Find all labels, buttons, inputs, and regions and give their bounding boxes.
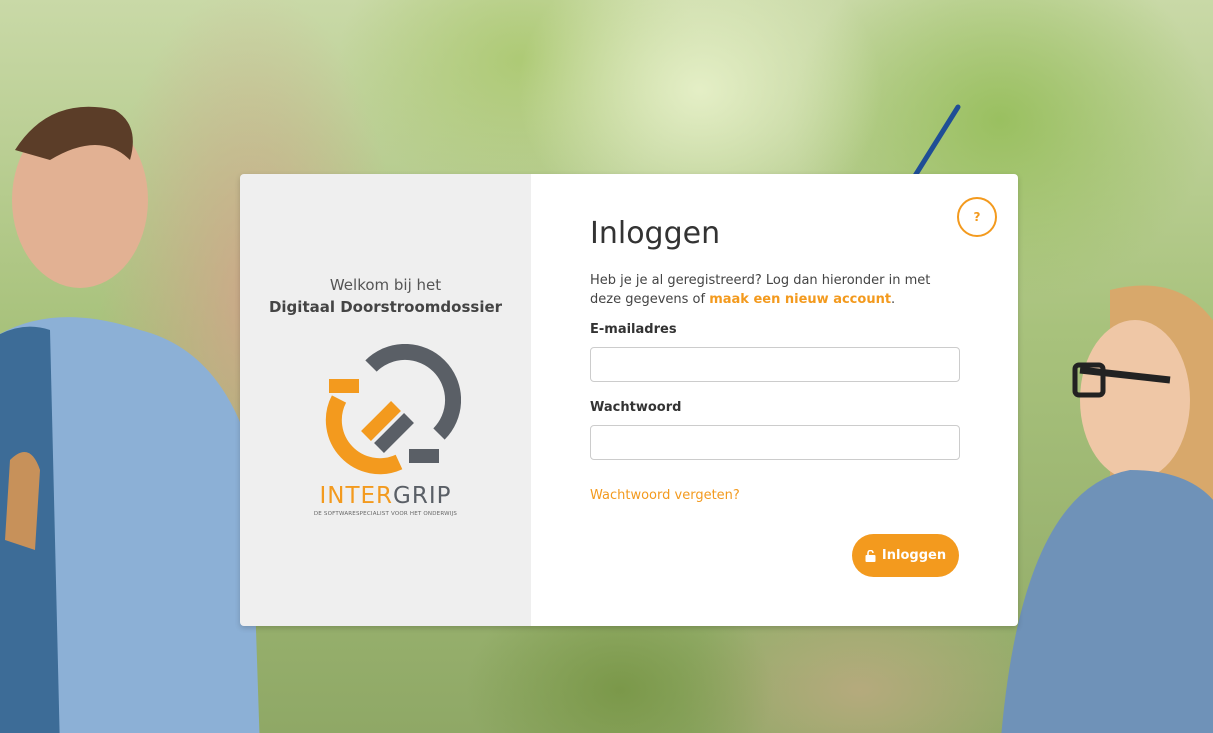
background-person-left	[0, 106, 260, 733]
email-label: E-mailadres	[590, 322, 677, 337]
logo-tagline: DE SOFTWARESPECIALIST VOOR HET ONDERWIJS	[313, 511, 458, 517]
login-button[interactable]: Inloggen	[852, 534, 959, 577]
login-panel: ? Inloggen Heb je je al geregistreerd? L…	[531, 174, 1018, 626]
help-button[interactable]: ?	[957, 197, 997, 237]
page-title: Inloggen	[590, 216, 721, 251]
intro-text: Heb je je al geregistreerd? Log dan hier…	[590, 271, 950, 309]
forgot-password-link[interactable]: Wachtwoord vergeten?	[590, 488, 740, 503]
logo-word-grip: GRIP	[393, 483, 452, 509]
login-button-label: Inloggen	[881, 548, 947, 563]
question-mark-icon: ?	[973, 210, 981, 224]
login-card: Welkom bij het Digitaal Doorstroomdossie…	[240, 174, 1018, 626]
password-field[interactable]	[590, 425, 960, 460]
unlock-icon	[865, 549, 876, 562]
welcome-panel: Welkom bij het Digitaal Doorstroomdossie…	[240, 174, 531, 626]
password-label: Wachtwoord	[590, 400, 682, 415]
welcome-text: Welkom bij het	[329, 276, 442, 294]
logo-wordmark: INTERGRIP	[319, 483, 451, 509]
logo-word-inter: INTER	[319, 483, 394, 509]
intro-text-end: .	[891, 292, 896, 307]
app-name: Digitaal Doorstroomdossier	[268, 298, 503, 316]
create-account-link[interactable]: maak een nieuw account	[709, 292, 891, 307]
email-field[interactable]	[590, 347, 960, 382]
intergrip-logo-icon	[325, 344, 461, 475]
page: Welkom bij het Digitaal Doorstroomdossie…	[0, 0, 1213, 733]
